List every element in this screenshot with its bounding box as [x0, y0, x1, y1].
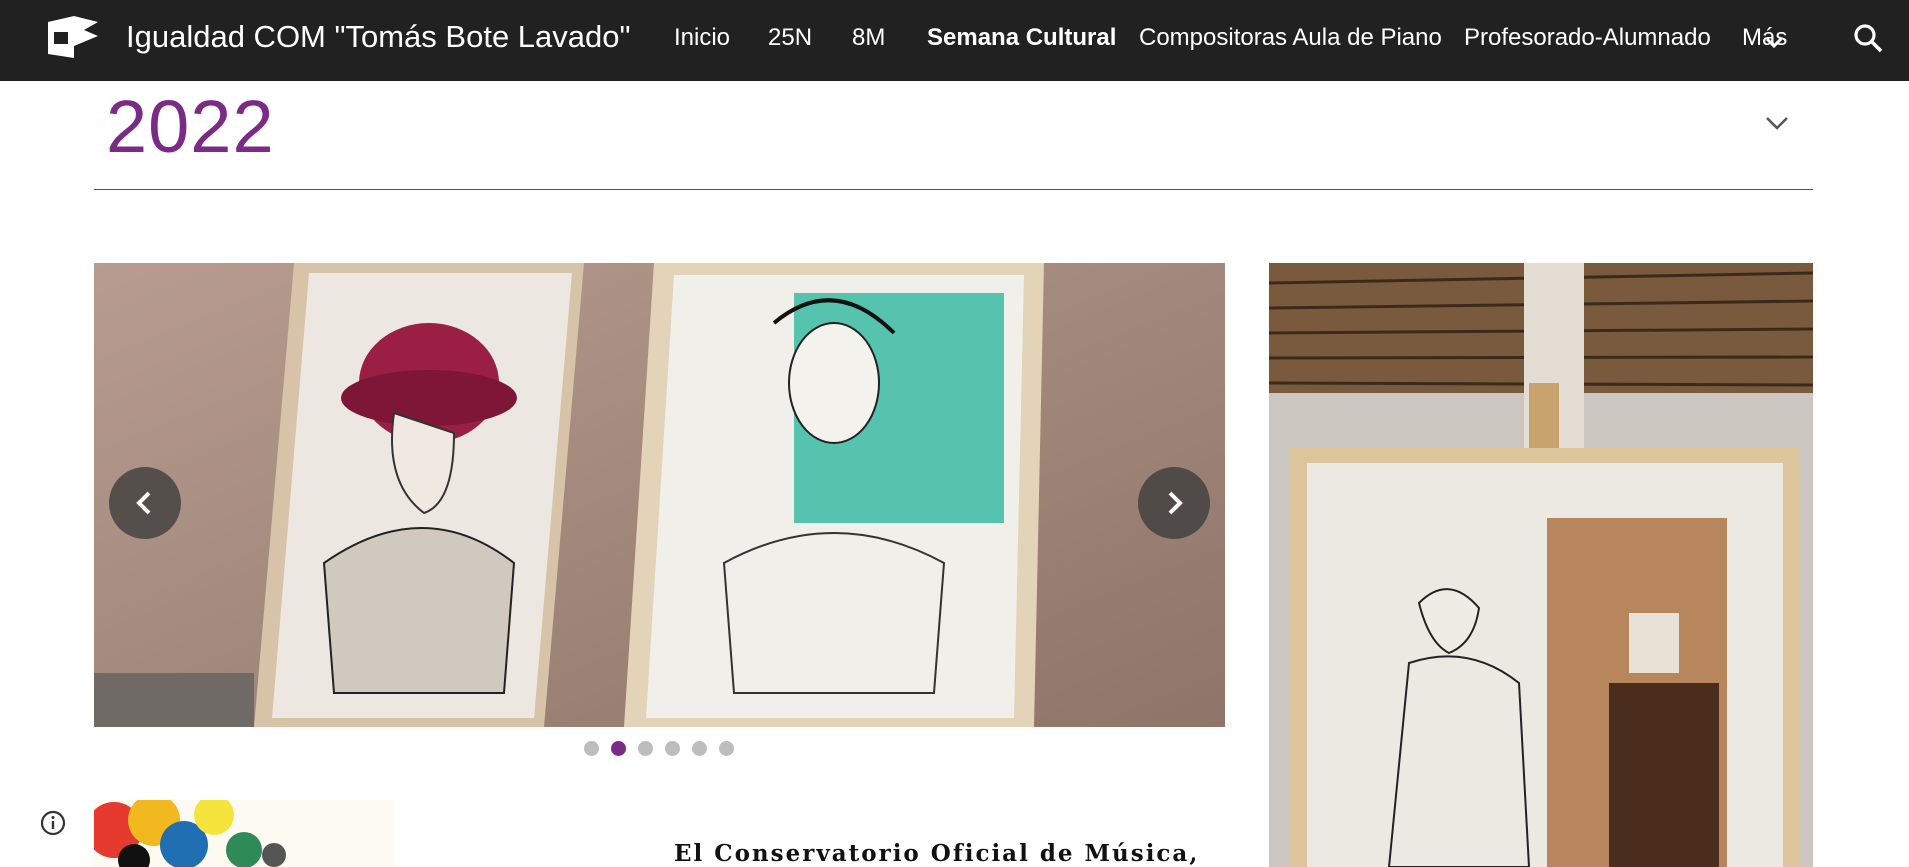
nav-item-8m[interactable]: 8M: [852, 24, 885, 52]
info-icon[interactable]: [39, 809, 67, 837]
nav-item-compositoras[interactable]: Compositoras Aula de Piano: [1139, 24, 1442, 52]
search-icon[interactable]: [1852, 22, 1884, 54]
section-year-title: 2022: [106, 85, 275, 168]
site-logo-icon[interactable]: [44, 12, 100, 62]
collapse-chevron-icon[interactable]: [1764, 114, 1790, 132]
carousel-dot-active[interactable]: [611, 741, 626, 756]
image-carousel[interactable]: [94, 263, 1225, 727]
top-navbar: Igualdad COM "Tomás Bote Lavado" Inicio …: [0, 0, 1909, 81]
chevron-left-icon: [136, 491, 151, 515]
easel-photo: [1269, 263, 1813, 867]
nav-item-semana-cultural[interactable]: Semana Cultural: [927, 24, 1116, 52]
carousel-dot[interactable]: [665, 741, 680, 756]
poster-image: [94, 800, 394, 867]
section-divider: [94, 189, 1813, 190]
carousel-prev-button[interactable]: [109, 467, 181, 539]
chevron-right-icon: [1168, 491, 1183, 515]
easel-photo-image: [1269, 263, 1813, 867]
carousel-slide-image: [94, 263, 1225, 727]
carousel-dot[interactable]: [584, 741, 599, 756]
nav-item-inicio[interactable]: Inicio: [674, 24, 730, 52]
carousel-dot[interactable]: [638, 741, 653, 756]
carousel-dot[interactable]: [719, 741, 734, 756]
carousel-next-button[interactable]: [1138, 467, 1210, 539]
carousel-dot[interactable]: [692, 741, 707, 756]
chevron-down-icon[interactable]: [1764, 36, 1784, 50]
poster-caption: El Conservatorio Oficial de Música,: [674, 840, 1200, 867]
nav-item-25n[interactable]: 25N: [768, 24, 812, 52]
nav-item-profesorado[interactable]: Profesorado-Alumnado: [1464, 24, 1711, 52]
poster-thumbnail: [94, 800, 394, 867]
site-title[interactable]: Igualdad COM "Tomás Bote Lavado": [126, 19, 631, 55]
